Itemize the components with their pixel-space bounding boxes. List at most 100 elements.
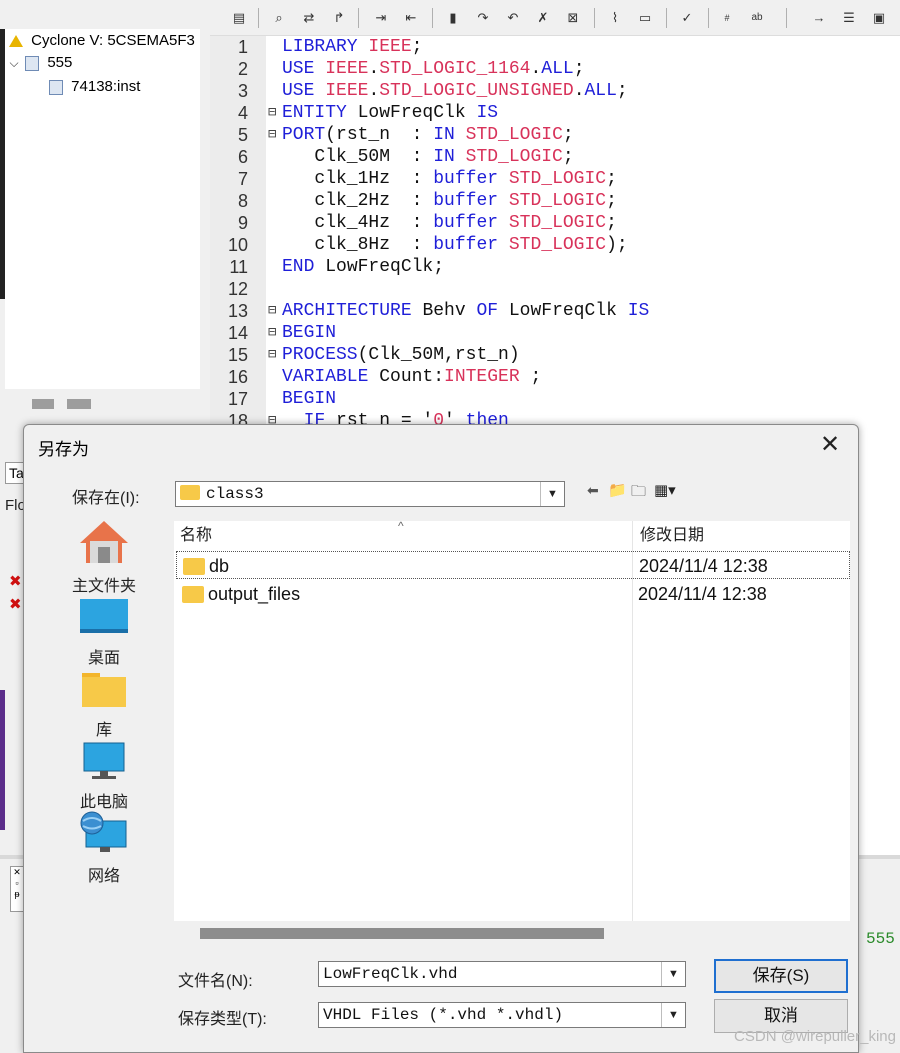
place-home[interactable]: 主文件夹 — [54, 519, 154, 596]
fold-marker-icon[interactable]: ⊟ — [268, 102, 280, 124]
code-line[interactable]: 12 — [210, 278, 900, 300]
code-text: Clk_50M : IN STD_LOGIC; — [282, 146, 573, 168]
new-folder-icon[interactable]: 🗀 — [631, 481, 646, 506]
tree-top-entity-row[interactable]: ⌵ 555 — [7, 52, 72, 74]
computer-icon — [83, 742, 125, 779]
save-button[interactable]: 保存(S) — [714, 959, 848, 993]
window-icon[interactable]: ▤ — [230, 9, 248, 27]
arrow-right-icon[interactable]: → — [810, 9, 828, 27]
chevron-down-icon[interactable]: ▼ — [661, 1003, 685, 1027]
code-line[interactable]: 11 END LowFreqClk; — [210, 256, 900, 278]
find-icon[interactable]: ⌕ — [270, 9, 288, 27]
fold-marker-icon[interactable]: ⊟ — [268, 344, 280, 366]
code-token: LowFreqClk — [357, 103, 477, 123]
filetype-dropdown[interactable]: VHDL Files (*.vhd *.vhdl) ▼ — [318, 1002, 686, 1028]
code-line[interactable]: 3 USE IEEE.STD_LOGIC_UNSIGNED.ALL; — [210, 80, 900, 102]
code-token: STD_LOGIC_UNSIGNED — [379, 81, 574, 101]
line-number: 11 — [229, 257, 248, 277]
code-token: BEGIN — [282, 323, 337, 343]
bookmark-icon[interactable]: ▮ — [444, 9, 462, 27]
prev-bookmark-icon[interactable]: ↶ — [504, 9, 522, 27]
code-token: VARIABLE — [282, 367, 380, 387]
code-token: USE — [282, 59, 326, 79]
horizontal-scrollbar[interactable] — [200, 928, 604, 939]
place-label: 桌面 — [87, 650, 120, 667]
code-line[interactable]: 17 BEGIN — [210, 388, 900, 410]
list-icon[interactable]: ☰ — [840, 9, 858, 27]
chevron-down-icon[interactable]: ▼ — [540, 482, 564, 506]
place-library[interactable]: 库 — [54, 669, 154, 740]
panel-icon[interactable]: ▣ — [870, 9, 888, 27]
clear-bookmark-icon[interactable]: ✗ — [534, 9, 552, 27]
code-token: Count: — [379, 367, 445, 387]
chevron-down-icon[interactable]: ▼ — [661, 962, 685, 986]
line-number: 6 — [237, 147, 248, 167]
code-line[interactable]: 13 ⊟ ARCHITECTURE Behv OF LowFreqClk IS — [210, 300, 900, 322]
goto-icon[interactable]: ↱ — [330, 9, 348, 27]
code-line[interactable]: 4 ⊟ ENTITY LowFreqClk IS — [210, 102, 900, 124]
attach-icon[interactable]: ⌇ — [606, 9, 624, 27]
filename-label: 文件名(N): — [178, 973, 253, 990]
save-in-label: 保存在(I): — [72, 490, 140, 507]
toolbar-separator — [786, 8, 787, 28]
code-line[interactable]: 1 LIBRARY IEEE; — [210, 36, 900, 58]
file-list[interactable]: ^ 名称 修改日期 db 2024/11/4 12:38 output_file… — [174, 519, 850, 921]
code-line[interactable]: 15 ⊟ PROCESS(Clk_50M,rst_n) — [210, 344, 900, 366]
line-numbers-icon[interactable]: # — [718, 9, 736, 27]
back-icon[interactable]: ⬅ — [587, 482, 599, 499]
close-icon[interactable]: ✕ — [816, 431, 844, 459]
dialog-title: 另存为 — [38, 440, 89, 459]
place-label: 主文件夹 — [71, 578, 136, 595]
line-number: 5 — [237, 125, 248, 145]
code-token: IS — [476, 103, 499, 123]
tree-device-row[interactable]: Cyclone V: 5CSEMA5F3 — [9, 30, 195, 52]
place-network[interactable]: 网络 — [54, 811, 154, 886]
code-line[interactable]: 10 clk_8Hz : buffer STD_LOGIC); — [210, 234, 900, 256]
spell-icon[interactable]: ab — [748, 9, 766, 27]
code-token: STD_LOGIC — [465, 147, 563, 167]
code-text: END LowFreqClk; — [282, 256, 444, 278]
code-line[interactable]: 14 ⊟ BEGIN — [210, 322, 900, 344]
fold-marker-icon[interactable]: ⊟ — [268, 124, 280, 146]
code-line[interactable]: 6 Clk_50M : IN STD_LOGIC; — [210, 146, 900, 168]
replace-icon[interactable]: ⇄ — [300, 9, 318, 27]
chevron-down-icon[interactable]: ⌵ — [7, 52, 21, 74]
next-bookmark-icon[interactable]: ↷ — [474, 9, 492, 27]
file-row[interactable]: output_files 2024/11/4 12:38 — [176, 580, 850, 608]
place-computer[interactable]: 此电脑 — [54, 741, 154, 812]
tree-instance-row[interactable]: 74138:inst — [49, 76, 140, 98]
save-in-dropdown[interactable]: class3 ▼ — [175, 481, 565, 507]
splitter-handle[interactable] — [67, 399, 91, 409]
line-number: 9 — [237, 213, 248, 233]
template-icon[interactable]: ▭ — [636, 9, 654, 27]
code-token: ENTITY — [282, 103, 358, 123]
filename-input[interactable]: LowFreqClk.vhd ▼ — [318, 961, 686, 987]
check-icon[interactable]: ✓ — [678, 9, 696, 27]
code-token: (Clk_50M,rst_n) — [357, 345, 520, 365]
place-desktop[interactable]: 桌面 — [54, 597, 154, 668]
indent-icon[interactable]: ⇥ — [372, 9, 390, 27]
fold-marker-icon[interactable]: ⊟ — [268, 322, 280, 344]
clear-all-bookmarks-icon[interactable]: ⊠ — [564, 9, 582, 27]
code-line[interactable]: 2 USE IEEE.STD_LOGIC_1164.ALL; — [210, 58, 900, 80]
line-number: 8 — [237, 191, 248, 211]
column-header-name[interactable]: 名称 — [180, 521, 212, 551]
splitter-handle[interactable] — [32, 399, 54, 409]
fold-marker-icon[interactable]: ⊟ — [268, 300, 280, 322]
code-line[interactable]: 5 ⊟ PORT(rst_n : IN STD_LOGIC; — [210, 124, 900, 146]
column-header-modified[interactable]: 修改日期 — [640, 521, 704, 551]
code-token: . — [368, 81, 380, 101]
code-line[interactable]: 7 clk_1Hz : buffer STD_LOGIC; — [210, 168, 900, 190]
messages-pin-tabs[interactable]: ✕ ▫ ᵽ — [10, 866, 24, 912]
code-line[interactable]: 8 clk_2Hz : buffer STD_LOGIC; — [210, 190, 900, 212]
code-token: . — [573, 81, 585, 101]
code-token: LIBRARY — [282, 37, 369, 57]
code-token: ; — [562, 125, 574, 145]
code-line[interactable]: 9 clk_4Hz : buffer STD_LOGIC; — [210, 212, 900, 234]
code-line[interactable]: 16 VARIABLE Count:INTEGER ; — [210, 366, 900, 388]
view-menu-icon[interactable]: ▦▾ — [654, 481, 676, 499]
file-row[interactable]: db 2024/11/4 12:38 — [176, 551, 850, 579]
place-label: 此电脑 — [79, 794, 128, 811]
up-folder-icon[interactable]: 📁 — [608, 481, 627, 499]
unindent-icon[interactable]: ⇤ — [402, 9, 420, 27]
